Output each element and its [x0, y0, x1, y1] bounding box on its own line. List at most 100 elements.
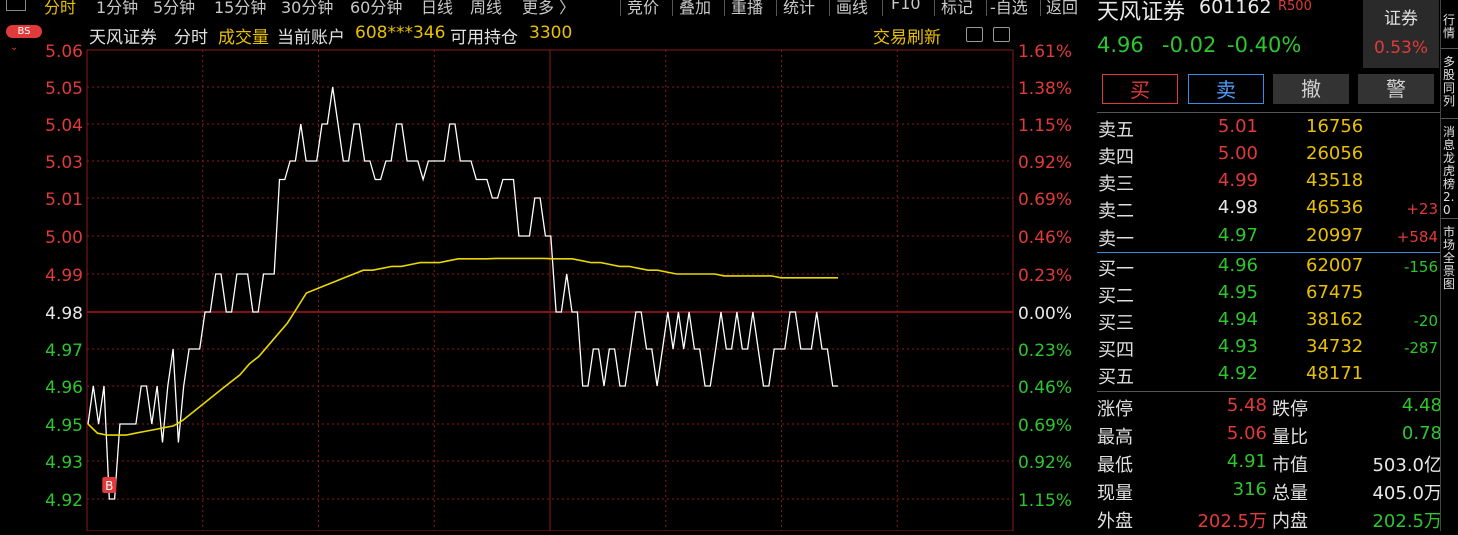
sidebar-item-market-map[interactable]: 市场全景图 — [1443, 226, 1457, 291]
stat-value: 0.78 — [1401, 423, 1442, 444]
intraday-chart[interactable]: 5.06 5.05 5.04 5.03 5.01 5.00 4.99 4.98 4.97 4.96… — [0, 0, 1090, 531]
cancel-button[interactable]: 撤 — [1273, 74, 1349, 104]
order-volume: 26056 — [1306, 143, 1364, 164]
stat-value: 4.48 — [1401, 395, 1442, 416]
sell-button[interactable]: 卖 — [1188, 74, 1264, 104]
stat-value: 202.5万 — [1197, 511, 1267, 532]
sidebar-item-multi-stock[interactable]: 多股同列 — [1443, 56, 1457, 108]
stat-label: 总量 — [1272, 483, 1308, 504]
stat-high: 最高 5.06 — [1097, 423, 1267, 451]
account-label: 当前账户 — [277, 28, 345, 48]
price-tick-label: 5.03 — [45, 153, 83, 173]
pct-tick-label: 0.23% — [1018, 341, 1072, 361]
order-level-label: 买一 — [1098, 259, 1134, 280]
sell-row-2[interactable]: 卖二 4.98 46536 +23 — [1098, 197, 1438, 224]
order-price: 4.99 — [1217, 170, 1258, 191]
sidebar-item-quote[interactable]: 行情 — [1443, 14, 1457, 40]
order-level-label: 买三 — [1098, 313, 1134, 334]
stat-value: 405.0万 — [1372, 483, 1442, 504]
pct-tick-label: 0.46% — [1018, 378, 1072, 398]
order-price: 4.93 — [1217, 336, 1258, 357]
order-level-label: 卖三 — [1098, 174, 1134, 195]
stat-label: 涨停 — [1097, 399, 1133, 420]
volume-label[interactable]: 成交量 — [218, 23, 269, 48]
r500-tag: R500 — [1278, 0, 1312, 14]
stat-label: 量比 — [1272, 427, 1308, 448]
sidebar-item-news[interactable]: 消息龙虎榜2.0 — [1443, 126, 1457, 217]
divider — [1097, 112, 1440, 113]
current-price: 4.96 — [1097, 33, 1144, 57]
stat-label: 最高 — [1097, 427, 1133, 448]
stat-label: 跌停 — [1272, 399, 1308, 420]
order-price: 4.97 — [1217, 225, 1258, 246]
pct-tick-label: 1.15% — [1018, 491, 1072, 511]
stat-value: 5.06 — [1226, 423, 1267, 444]
position-value: 3300 — [529, 23, 573, 43]
order-volume: 38162 — [1306, 309, 1364, 330]
sector-pct: 0.53% — [1373, 38, 1428, 58]
pct-tick-label: 0.92% — [1018, 453, 1072, 473]
pct-tick-label: 1.38% — [1018, 79, 1072, 99]
stat-value: 4.91 — [1226, 451, 1267, 472]
alarm-button[interactable]: 警 — [1358, 74, 1434, 104]
price-tick-label: 4.98 — [45, 304, 83, 324]
pct-tick-label: 0.00% — [1018, 304, 1072, 324]
buy-row-3[interactable]: 买三 4.94 38162 -20 — [1098, 309, 1438, 336]
price-tick-label: 5.00 — [45, 228, 83, 248]
trade-refresh-button[interactable]: 交易刷新 — [873, 23, 941, 48]
stat-limit-up: 涨停 5.48 — [1097, 395, 1267, 423]
order-level-label: 卖二 — [1098, 201, 1134, 222]
book-divider — [1097, 252, 1440, 253]
collapse-chevron-icon[interactable]: ⌄ — [10, 42, 18, 53]
order-volume: 16756 — [1306, 116, 1364, 137]
sector-label: 证券 — [1384, 9, 1418, 29]
buy-row-4[interactable]: 买四 4.93 34732 -287 — [1098, 336, 1438, 363]
order-change: +23 — [1406, 200, 1438, 218]
restore-icon[interactable] — [993, 27, 1010, 42]
order-volume: 62007 — [1306, 255, 1364, 276]
order-price: 4.96 — [1217, 255, 1258, 276]
sell-row-4[interactable]: 卖四 5.00 26056 — [1098, 143, 1438, 170]
sector-box[interactable]: 证券 0.53% — [1363, 0, 1439, 68]
price-tick-label: 4.92 — [45, 491, 83, 511]
order-change: +584 — [1396, 228, 1438, 246]
price-tick-label: 4.93 — [45, 453, 83, 473]
expand-icon[interactable] — [966, 27, 983, 42]
order-level-label: 买二 — [1098, 286, 1134, 307]
order-volume: 20997 — [1306, 225, 1364, 246]
stat-total-volume: 总量 405.0万 — [1272, 479, 1442, 507]
pct-tick-label: 0.69% — [1018, 416, 1072, 436]
divider — [1441, 218, 1458, 219]
price-change-pct: -0.40% — [1227, 33, 1302, 57]
account-value: 608***346 — [355, 23, 446, 43]
price-tick-label: 4.97 — [45, 341, 83, 361]
pct-tick-label: 1.61% — [1018, 42, 1072, 62]
divider — [1441, 48, 1458, 49]
order-volume: 67475 — [1306, 282, 1364, 303]
sell-row-3[interactable]: 卖三 4.99 43518 — [1098, 170, 1438, 197]
chart-mode-label: 分时 — [174, 28, 208, 48]
stat-label: 最低 — [1097, 455, 1133, 476]
bs-badge[interactable]: BS — [6, 25, 42, 38]
order-price: 5.00 — [1217, 143, 1258, 164]
price-tick-label: 4.96 — [45, 378, 83, 398]
pct-tick-label: 1.15% — [1018, 116, 1072, 136]
order-price: 5.01 — [1217, 116, 1258, 137]
sell-row-1[interactable]: 卖一 4.97 20997 +584 — [1098, 225, 1438, 252]
buy-row-5[interactable]: 买五 4.92 48171 — [1098, 363, 1438, 390]
stat-label: 内盘 — [1272, 511, 1308, 532]
buy-button[interactable]: 买 — [1102, 74, 1178, 104]
order-change: -156 — [1403, 258, 1438, 276]
buy-row-2[interactable]: 买二 4.95 67475 — [1098, 282, 1438, 309]
order-level-label: 卖一 — [1098, 229, 1134, 250]
right-sidebar: 行情 多股同列 消息龙虎榜2.0 市场全景图 — [1440, 0, 1458, 531]
stat-value: 503.0亿 — [1372, 455, 1442, 476]
pct-tick-label: 0.46% — [1018, 228, 1072, 248]
order-price: 4.94 — [1217, 309, 1258, 330]
stat-value: 5.48 — [1226, 395, 1267, 416]
pct-tick-label: 0.92% — [1018, 153, 1072, 173]
order-change: -287 — [1403, 339, 1438, 357]
buy-row-1[interactable]: 买一 4.96 62007 -156 — [1098, 255, 1438, 282]
sell-row-5[interactable]: 卖五 5.01 16756 — [1098, 116, 1438, 143]
order-level-label: 卖五 — [1098, 120, 1134, 141]
